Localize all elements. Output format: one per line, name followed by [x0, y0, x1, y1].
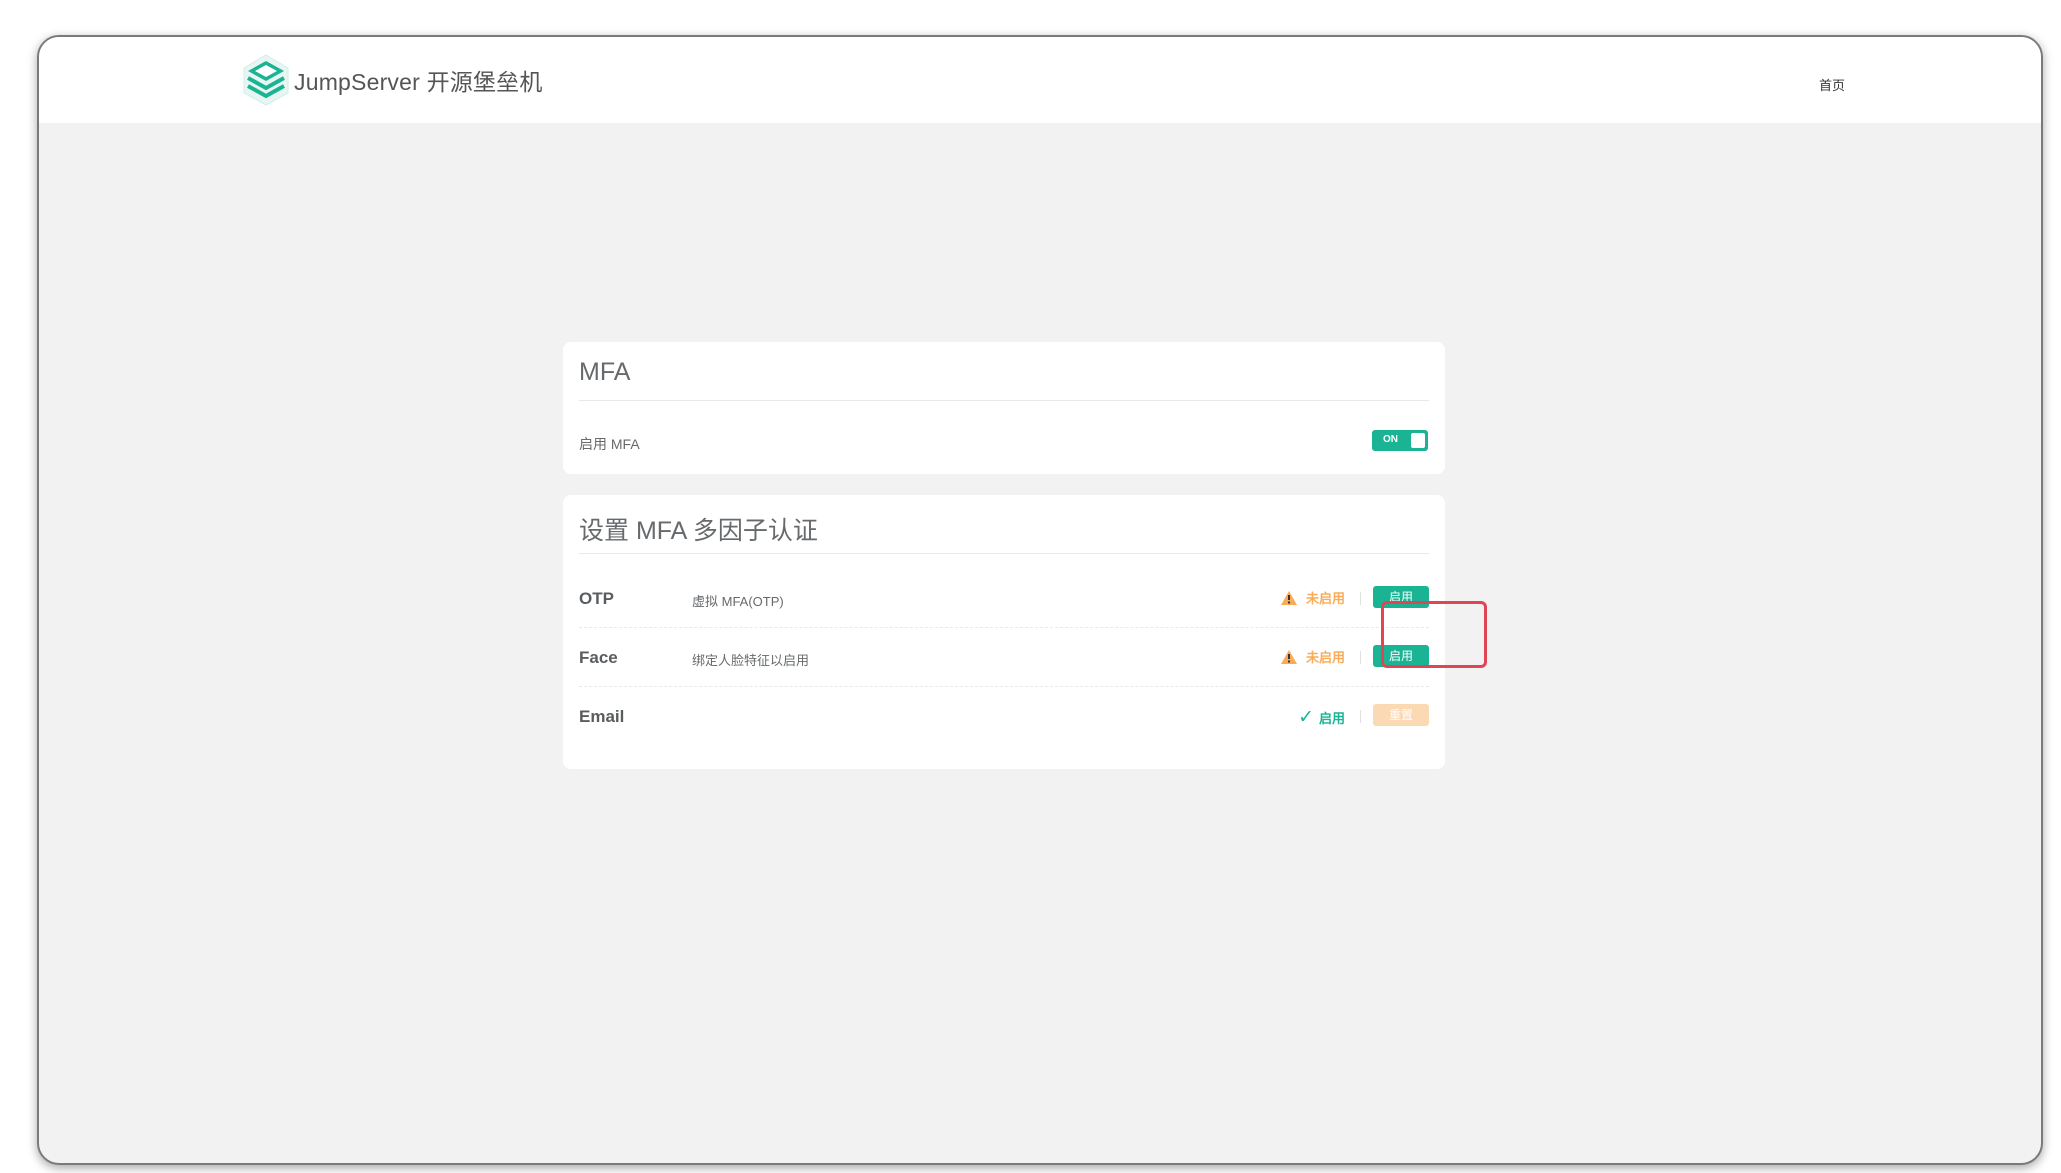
- mfa-row-name: OTP: [579, 589, 614, 608]
- separator: [1360, 651, 1361, 664]
- check-icon: ✓: [1298, 707, 1314, 728]
- mfa-row-email: Email ✓ 启用 重置: [579, 687, 1429, 746]
- mfa-setup-title: 设置 MFA 多因子认证: [579, 517, 818, 545]
- status-badge: 未启用: [1280, 647, 1345, 666]
- mfa-row-name: Face: [579, 648, 618, 667]
- status-text: 未启用: [1305, 591, 1345, 606]
- mfa-row-otp: OTP 虚拟 MFA(OTP) 未启用 启用: [579, 569, 1429, 628]
- separator: [1360, 592, 1361, 605]
- nav-home-link[interactable]: 首页: [1819, 75, 1845, 94]
- card-divider: [579, 400, 1429, 401]
- mfa-row-name: Email: [579, 707, 625, 726]
- status-text: 未启用: [1305, 650, 1345, 665]
- brand-name: JumpServer 开源堡垒机: [294, 69, 543, 95]
- toggle-on-text: ON: [1383, 434, 1398, 445]
- warning-icon: [1280, 590, 1297, 605]
- mfa-card: MFA 启用 MFA ON: [563, 342, 1445, 474]
- warning-icon: [1280, 649, 1297, 664]
- enable-mfa-toggle[interactable]: ON: [1372, 430, 1428, 451]
- toggle-knob: [1411, 433, 1425, 448]
- status-badge: 未启用: [1280, 588, 1345, 607]
- brand[interactable]: JumpServer 开源堡垒机: [241, 53, 543, 107]
- card-divider: [579, 553, 1429, 554]
- mfa-setup-card: 设置 MFA 多因子认证 OTP 虚拟 MFA(OTP) 未启用 启用 Face…: [563, 495, 1445, 769]
- top-navbar: JumpServer 开源堡垒机 首页: [39, 37, 2041, 123]
- highlight-box: [1381, 601, 1487, 668]
- status-text: 启用: [1318, 711, 1345, 726]
- enable-mfa-label: 启用 MFA: [579, 436, 640, 452]
- mfa-row-face: Face 绑定人脸特征以启用 未启用 启用: [579, 628, 1429, 687]
- mfa-row-desc: 绑定人脸特征以启用: [692, 653, 810, 668]
- mfa-card-title: MFA: [579, 358, 631, 386]
- status-badge: ✓ 启用: [1298, 706, 1345, 729]
- mfa-row-desc: 虚拟 MFA(OTP): [692, 594, 784, 609]
- separator: [1360, 710, 1361, 723]
- reset-email-button[interactable]: 重置: [1373, 704, 1429, 726]
- jumpserver-logo-icon: [243, 54, 289, 106]
